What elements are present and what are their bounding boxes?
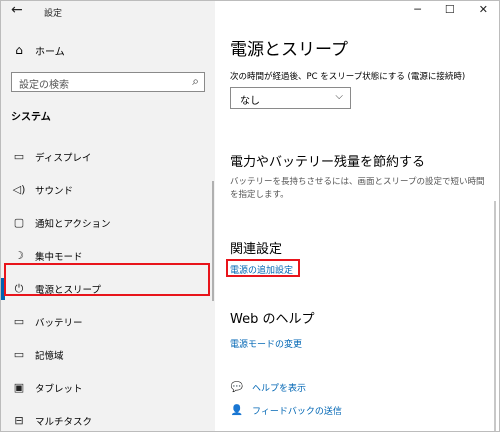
- back-arrow-icon[interactable]: ←: [11, 2, 23, 18]
- sidebar-item-label: 電源とスリープ: [35, 284, 101, 296]
- sidebar: ← 設定 ⌂ ホーム 設定の検索 ⌕ システム ▭ ディスプレイ ◁) サウンド…: [1, 1, 215, 431]
- home-label: ホーム: [35, 46, 65, 58]
- multitasking-icon: ⊟: [14, 414, 24, 427]
- sidebar-item-label: 通知とアクション: [35, 218, 111, 230]
- notification-icon: ▢: [13, 216, 25, 229]
- sidebar-item-label: バッテリー: [35, 317, 83, 329]
- settings-search-input[interactable]: 設定の検索 ⌕: [11, 72, 205, 92]
- sidebar-item-label: タブレット: [35, 383, 83, 395]
- sidebar-item-label: サウンド: [35, 185, 74, 197]
- feedback-icon: 👤: [230, 405, 244, 416]
- get-help-row[interactable]: 💬 ヘルプを表示: [230, 381, 306, 394]
- sleep-setting-label: 次の時間が経過後、PC をスリープ状態にする (電源に接続時): [230, 72, 466, 82]
- moon-icon: ☽: [14, 249, 24, 262]
- window-title: 設定: [44, 9, 63, 19]
- sidebar-item-tablet[interactable]: ▣ タブレット: [1, 371, 215, 404]
- change-power-mode-link[interactable]: 電源モードの変更: [230, 337, 302, 350]
- sidebar-item-display[interactable]: ▭ ディスプレイ: [1, 140, 215, 173]
- help-chat-icon: 💬: [230, 382, 244, 393]
- sidebar-item-multitasking[interactable]: ⊟ マルチタスク: [1, 404, 215, 437]
- chevron-down-icon: ⌵: [335, 91, 343, 102]
- window-controls: ─ ☐ ✕: [414, 3, 488, 16]
- close-icon[interactable]: ✕: [479, 3, 488, 16]
- storage-icon: ▭: [13, 348, 25, 361]
- page-title: 電源とスリープ: [230, 40, 348, 60]
- get-help-link[interactable]: ヘルプを表示: [252, 381, 306, 394]
- sidebar-item-storage[interactable]: ▭ 記憶域: [1, 338, 215, 371]
- home-button[interactable]: ⌂ ホーム: [11, 39, 205, 61]
- sidebar-item-sound[interactable]: ◁) サウンド: [1, 173, 215, 206]
- sidebar-item-battery[interactable]: ▭ バッテリー: [1, 305, 215, 338]
- battery-icon: ▭: [13, 315, 25, 328]
- send-feedback-link[interactable]: フィードバックの送信: [252, 404, 342, 417]
- sleep-timeout-dropdown[interactable]: なし ⌵: [230, 87, 351, 109]
- dropdown-value: なし: [240, 96, 260, 107]
- monitor-icon: ▭: [13, 150, 25, 163]
- sidebar-item-focus-assist[interactable]: ☽ 集中モード: [1, 239, 215, 272]
- speaker-icon: ◁): [12, 183, 26, 196]
- system-nav-list: ▭ ディスプレイ ◁) サウンド ▢ 通知とアクション ☽ 集中モード ⏻ 電源…: [1, 140, 215, 437]
- web-help-heading: Web のヘルプ: [230, 312, 315, 327]
- section-title-system: システム: [11, 112, 51, 123]
- save-energy-heading: 電力やバッテリー残量を節約する: [230, 155, 426, 170]
- feedback-row[interactable]: 👤 フィードバックの送信: [230, 404, 342, 417]
- search-placeholder: 設定の検索: [19, 80, 69, 91]
- sidebar-scrollbar[interactable]: [212, 181, 214, 301]
- search-icon[interactable]: ⌕: [192, 74, 199, 89]
- sidebar-item-label: ディスプレイ: [35, 152, 92, 164]
- save-energy-description: バッテリーを長持ちさせるには、画面とスリープの設定で短い時間を指定します。: [230, 177, 485, 200]
- power-icon: ⏻: [14, 281, 24, 295]
- home-icon: ⌂: [15, 43, 23, 57]
- active-indicator: [1, 278, 5, 300]
- additional-power-settings-link[interactable]: 電源の追加設定: [230, 263, 293, 276]
- title-bar: ← 設定: [1, 1, 215, 25]
- sidebar-item-label: 記憶域: [35, 350, 64, 362]
- sidebar-item-label: 集中モード: [35, 251, 83, 263]
- related-settings-heading: 関連設定: [230, 242, 283, 257]
- sidebar-item-notifications[interactable]: ▢ 通知とアクション: [1, 206, 215, 239]
- content-scrollbar[interactable]: [494, 201, 496, 431]
- sidebar-item-power-sleep[interactable]: ⏻ 電源とスリープ: [1, 272, 215, 305]
- maximize-icon[interactable]: ☐: [445, 3, 455, 16]
- tablet-icon: ▣: [13, 381, 25, 394]
- minimize-icon[interactable]: ─: [414, 3, 421, 16]
- main-content: ─ ☐ ✕ 電源とスリープ 次の時間が経過後、PC をスリープ状態にする (電源…: [215, 1, 498, 431]
- sidebar-item-label: マルチタスク: [35, 416, 93, 428]
